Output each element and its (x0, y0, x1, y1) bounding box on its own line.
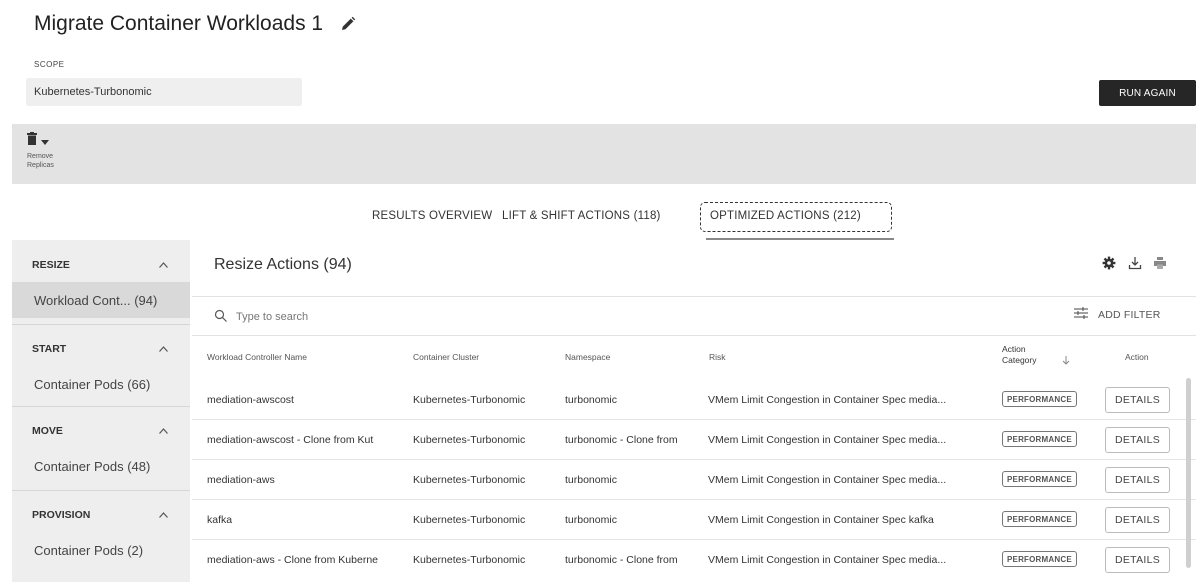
cell-risk: VMem Limit Congestion in Container Spec … (708, 474, 947, 486)
sidebar-section-move[interactable]: MOVE (12, 416, 190, 446)
details-button[interactable]: DETAILS (1105, 507, 1170, 533)
sidebar-section-title: MOVE (32, 425, 63, 437)
details-button[interactable]: DETAILS (1105, 427, 1170, 453)
search-input[interactable] (236, 307, 636, 327)
cell-name: mediation-aws - Clone from Kuberne (207, 554, 378, 566)
chevron-up-icon (159, 509, 168, 521)
column-header-category-line1: Action (1002, 344, 1026, 354)
details-button[interactable]: DETAILS (1105, 547, 1170, 573)
cell-risk: VMem Limit Congestion in Container Spec … (708, 554, 947, 566)
cell-risk: VMem Limit Congestion in Container Spec … (708, 514, 934, 526)
sidebar-section-title: RESIZE (32, 259, 70, 271)
active-tab-highlight (700, 202, 892, 232)
table-row[interactable]: mediation-awscost Kubernetes-Turbonomic … (192, 380, 1196, 420)
cell-cluster: Kubernetes-Turbonomic (413, 394, 526, 406)
cell-namespace: turbonomic (565, 474, 617, 486)
plan-title: Migrate Container Workloads 1 (34, 12, 324, 35)
sidebar-item-workload-controllers[interactable]: Workload Cont... (94) (12, 282, 190, 318)
sidebar-section-title: PROVISION (32, 509, 91, 521)
tab-lift-and-shift[interactable]: LIFT & SHIFT ACTIONS (118) (502, 210, 661, 222)
replicas-label: Replicas (27, 162, 54, 169)
category-badge: PERFORMANCE (1002, 471, 1077, 487)
run-again-button[interactable]: RUN AGAIN (1099, 80, 1196, 106)
remove-label: Remove (27, 153, 54, 160)
action-toolbar: Remove Replicas (12, 124, 1196, 184)
filter-sliders-icon (1074, 307, 1088, 322)
pencil-icon[interactable] (339, 15, 357, 33)
sidebar-divider (12, 490, 190, 491)
sidebar-divider (12, 406, 190, 407)
sidebar-divider (12, 324, 190, 325)
sort-arrow-icon[interactable] (1062, 352, 1070, 370)
scope-field[interactable]: Kubernetes-Turbonomic (26, 78, 302, 106)
panel-title: Resize Actions (94) (214, 256, 352, 273)
scope-label: SCOPE (34, 60, 65, 69)
remove-replicas-button[interactable]: Remove Replicas (27, 132, 67, 170)
print-icon[interactable] (1154, 256, 1166, 275)
sidebar-section-resize[interactable]: RESIZE (12, 250, 190, 280)
table-row[interactable]: mediation-awscost - Clone from Kut Kuber… (192, 420, 1196, 460)
table-scrollbar[interactable] (1186, 378, 1191, 568)
panel-actions (1102, 256, 1166, 275)
sidebar-item-move-container-pods[interactable]: Container Pods (48) (12, 448, 190, 484)
chevron-up-icon (159, 259, 168, 271)
cell-cluster: Kubernetes-Turbonomic (413, 514, 526, 526)
table-row[interactable]: mediation-aws Kubernetes-Turbonomic turb… (192, 460, 1196, 500)
add-filter-button[interactable]: ADD FILTER (1074, 307, 1160, 322)
category-badge: PERFORMANCE (1002, 551, 1077, 567)
cell-cluster: Kubernetes-Turbonomic (413, 554, 526, 566)
trash-icon (27, 132, 37, 150)
sidebar-section-title: START (32, 343, 67, 355)
sidebar-section-start[interactable]: START (12, 334, 190, 364)
cell-cluster: Kubernetes-Turbonomic (413, 474, 526, 486)
results-tabs: RESULTS OVERVIEW LIFT & SHIFT ACTIONS (1… (0, 200, 1196, 240)
cell-risk: VMem Limit Congestion in Container Spec … (708, 394, 947, 406)
action-type-sidebar: RESIZE Workload Cont... (94) START Conta… (12, 240, 190, 582)
cell-cluster: Kubernetes-Turbonomic (413, 434, 526, 446)
column-header-risk[interactable]: Risk (709, 352, 726, 362)
column-header-cluster[interactable]: Container Cluster (413, 352, 479, 362)
cell-namespace: turbonomic (565, 514, 617, 526)
cell-risk: VMem Limit Congestion in Container Spec … (708, 434, 947, 446)
column-header-name[interactable]: Workload Controller Name (207, 352, 307, 362)
cell-name: mediation-aws (207, 474, 275, 486)
caret-down-icon (41, 132, 49, 150)
tab-results-overview[interactable]: RESULTS OVERVIEW (372, 210, 492, 222)
chevron-up-icon (159, 343, 168, 355)
column-header-category[interactable]: Action Category (1002, 344, 1037, 366)
column-header-category-line2: Category (1002, 355, 1037, 365)
category-badge: PERFORMANCE (1002, 511, 1077, 527)
cell-namespace: turbonomic - Clone from (565, 554, 678, 566)
category-badge: PERFORMANCE (1002, 391, 1077, 407)
search-bar: ADD FILTER (192, 296, 1196, 336)
column-header-namespace[interactable]: Namespace (565, 352, 610, 362)
cell-name: mediation-awscost - Clone from Kut (207, 434, 374, 446)
column-header-action: Action (1125, 352, 1149, 362)
details-button[interactable]: DETAILS (1105, 387, 1170, 413)
details-button[interactable]: DETAILS (1105, 467, 1170, 493)
table-row[interactable]: mediation-aws - Clone from Kuberne Kuber… (192, 540, 1196, 582)
sidebar-item-provision-container-pods[interactable]: Container Pods (2) (12, 532, 190, 568)
category-badge: PERFORMANCE (1002, 431, 1077, 447)
chevron-up-icon (159, 425, 168, 437)
cell-namespace: turbonomic (565, 394, 617, 406)
gear-icon[interactable] (1102, 256, 1116, 275)
cell-name: kafka (207, 514, 233, 526)
active-tab-underline (706, 238, 894, 240)
download-icon[interactable] (1128, 256, 1142, 275)
table-row[interactable]: kafka Kubernetes-Turbonomic turbonomic V… (192, 500, 1196, 540)
page-title: Migrate Container Workloads 1 (34, 12, 357, 36)
cell-name: mediation-awscost (207, 394, 294, 406)
sidebar-item-start-container-pods[interactable]: Container Pods (66) (12, 366, 190, 402)
cell-namespace: turbonomic - Clone from (565, 434, 678, 446)
sidebar-section-provision[interactable]: PROVISION (12, 500, 190, 530)
add-filter-label: ADD FILTER (1098, 308, 1161, 321)
search-icon (214, 309, 228, 323)
